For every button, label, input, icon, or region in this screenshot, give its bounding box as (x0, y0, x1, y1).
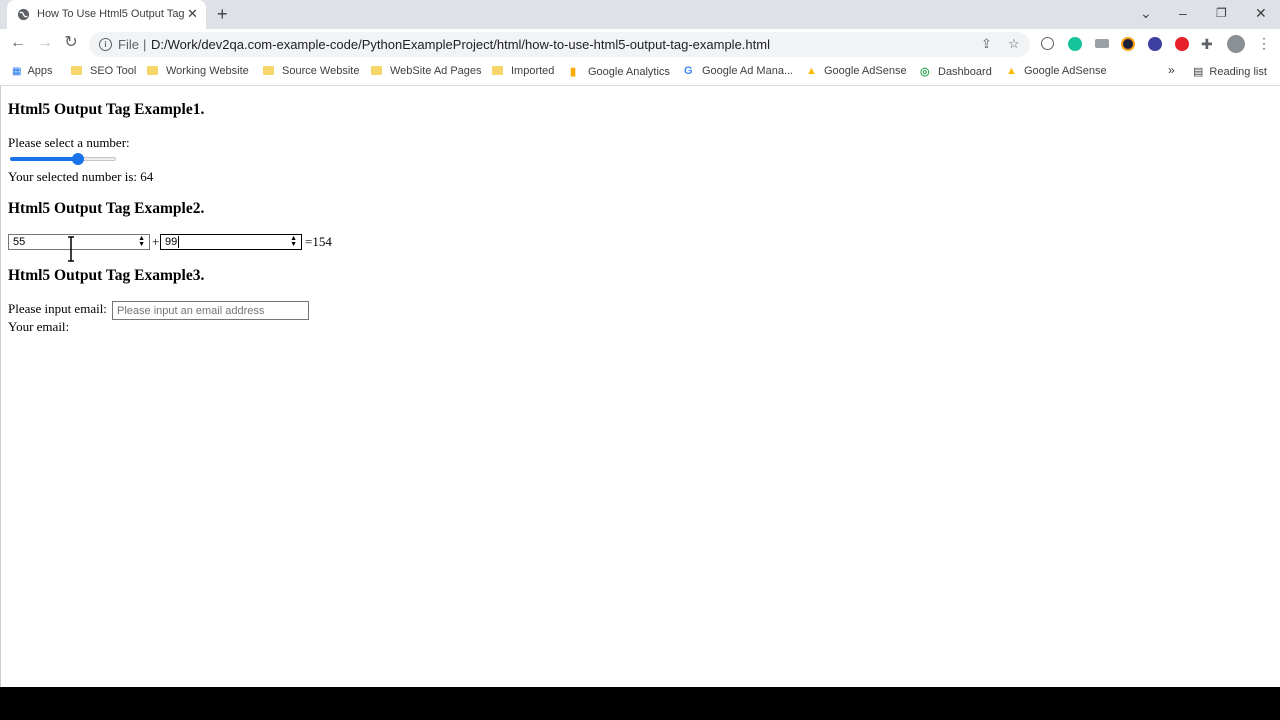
tab-title: How To Use Html5 Output Tag (37, 8, 185, 20)
url-scheme: File (118, 37, 139, 52)
extensions-puzzle-icon[interactable]: ✚ (1201, 36, 1213, 53)
adsense-icon: ▲ (1006, 65, 1017, 77)
tab-search-icon[interactable]: ⌄ (1140, 4, 1152, 22)
bookmark-item[interactable]: ◎ Dashboard (920, 65, 992, 78)
toolbar: ← → ↻ i File | D:/Work/dev2qa.com-exampl… (0, 29, 1280, 59)
number-input-b[interactable]: 99 ▲ ▼ (160, 234, 302, 250)
number-input-a-value: 55 (13, 236, 26, 248)
new-tab-icon[interactable]: + (217, 5, 228, 23)
sum-output: =154 (305, 234, 332, 249)
info-icon[interactable]: i (99, 38, 112, 51)
slider-fill (10, 157, 78, 161)
spinner-icon[interactable]: ▲ ▼ (290, 235, 297, 248)
folder-icon (71, 66, 82, 75)
folder-icon (147, 66, 158, 75)
menu-dots-icon[interactable]: ⋮ (1257, 35, 1271, 52)
example1-heading: Html5 Output Tag Example1. (8, 101, 205, 118)
bookmark-item[interactable]: ▮ Google Analytics (570, 65, 670, 78)
extension-red-icon[interactable] (1175, 37, 1189, 51)
reading-list-icon: ▤ (1193, 66, 1204, 78)
number-input-b-value: 99 (165, 236, 178, 248)
example1-prompt: Please select a number: (8, 135, 130, 150)
bookmark-item[interactable]: WebSite Ad Pages (371, 65, 482, 77)
bookmarks-overflow-icon[interactable]: » (1168, 63, 1175, 77)
reload-icon[interactable]: ↻ (62, 34, 80, 52)
analytics-icon: ▮ (570, 66, 577, 78)
reading-list[interactable]: ▤ Reading list (1193, 65, 1267, 78)
forward-icon[interactable]: → (36, 34, 54, 52)
page-content: Html5 Output Tag Example1. Please select… (0, 86, 1280, 687)
text-caret (178, 236, 180, 248)
bookmark-item[interactable]: Imported (492, 65, 554, 77)
plus-sign: + (152, 234, 160, 249)
extension-box-icon[interactable] (1095, 39, 1109, 48)
close-tab-icon[interactable]: ✕ (187, 7, 198, 21)
slider-thumb[interactable] (72, 153, 84, 165)
number-input-a[interactable]: 55 ▲ ▼ (8, 234, 150, 250)
email-label: Please input email: (8, 301, 107, 316)
restore-icon[interactable]: ❐ (1216, 4, 1227, 22)
bookmark-item[interactable]: G Google Ad Mana... (684, 65, 793, 77)
folder-icon (371, 66, 382, 75)
extension-orange-icon[interactable] (1121, 37, 1135, 51)
tab-strip: How To Use Html5 Output Tag ✕ + ⌄ – ❐ ✕ (0, 0, 1280, 29)
browser-window: How To Use Html5 Output Tag ✕ + ⌄ – ❐ ✕ … (0, 0, 1280, 687)
example2-heading: Html5 Output Tag Example2. (8, 200, 205, 217)
avatar[interactable] (1227, 35, 1245, 53)
bookmark-apps[interactable]: ▦ Apps (12, 65, 53, 77)
bookmark-item[interactable]: Source Website (263, 65, 359, 77)
bookmark-item[interactable]: SEO Tool (71, 65, 136, 77)
share-icon[interactable]: ⇪ (981, 36, 992, 52)
extension-circle-icon[interactable] (1041, 37, 1054, 50)
number-slider[interactable] (10, 152, 116, 166)
back-icon[interactable]: ← (9, 34, 27, 52)
address-bar[interactable]: i File | D:/Work/dev2qa.com-example-code… (89, 32, 1030, 57)
bookmarks-bar: ▦ Apps SEO Tool Working Website Source We… (0, 59, 1280, 86)
bookmark-item[interactable]: ▲ Google AdSense (1006, 65, 1107, 77)
window-close-icon[interactable]: ✕ (1255, 4, 1267, 22)
adsense-icon: ▲ (806, 65, 817, 77)
folder-icon (492, 66, 503, 75)
url-text[interactable]: D:/Work/dev2qa.com-example-code/PythonEx… (151, 37, 770, 52)
email-input[interactable] (112, 301, 309, 320)
grammarly-icon[interactable] (1068, 37, 1082, 51)
example1-output: Your selected number is: 64 (8, 169, 154, 184)
minimize-icon[interactable]: – (1179, 4, 1187, 22)
bookmark-item[interactable]: ▲ Google AdSense (806, 65, 907, 77)
ibeam-cursor-icon (68, 236, 74, 262)
email-output: Your email: (8, 319, 70, 334)
dashboard-icon: ◎ (920, 66, 930, 78)
extension-purple-icon[interactable] (1148, 37, 1162, 51)
tab-active[interactable]: How To Use Html5 Output Tag ✕ (7, 0, 206, 29)
apps-grid-icon: ▦ (12, 66, 22, 77)
globe-icon (17, 8, 30, 21)
url-separator: | (143, 37, 147, 52)
folder-icon (263, 66, 274, 75)
google-icon: G (684, 65, 693, 77)
bookmark-star-icon[interactable]: ☆ (1008, 36, 1020, 52)
example3-heading: Html5 Output Tag Example3. (8, 267, 205, 284)
spinner-icon[interactable]: ▲ ▼ (138, 235, 145, 248)
bookmark-item[interactable]: Working Website (147, 65, 249, 77)
